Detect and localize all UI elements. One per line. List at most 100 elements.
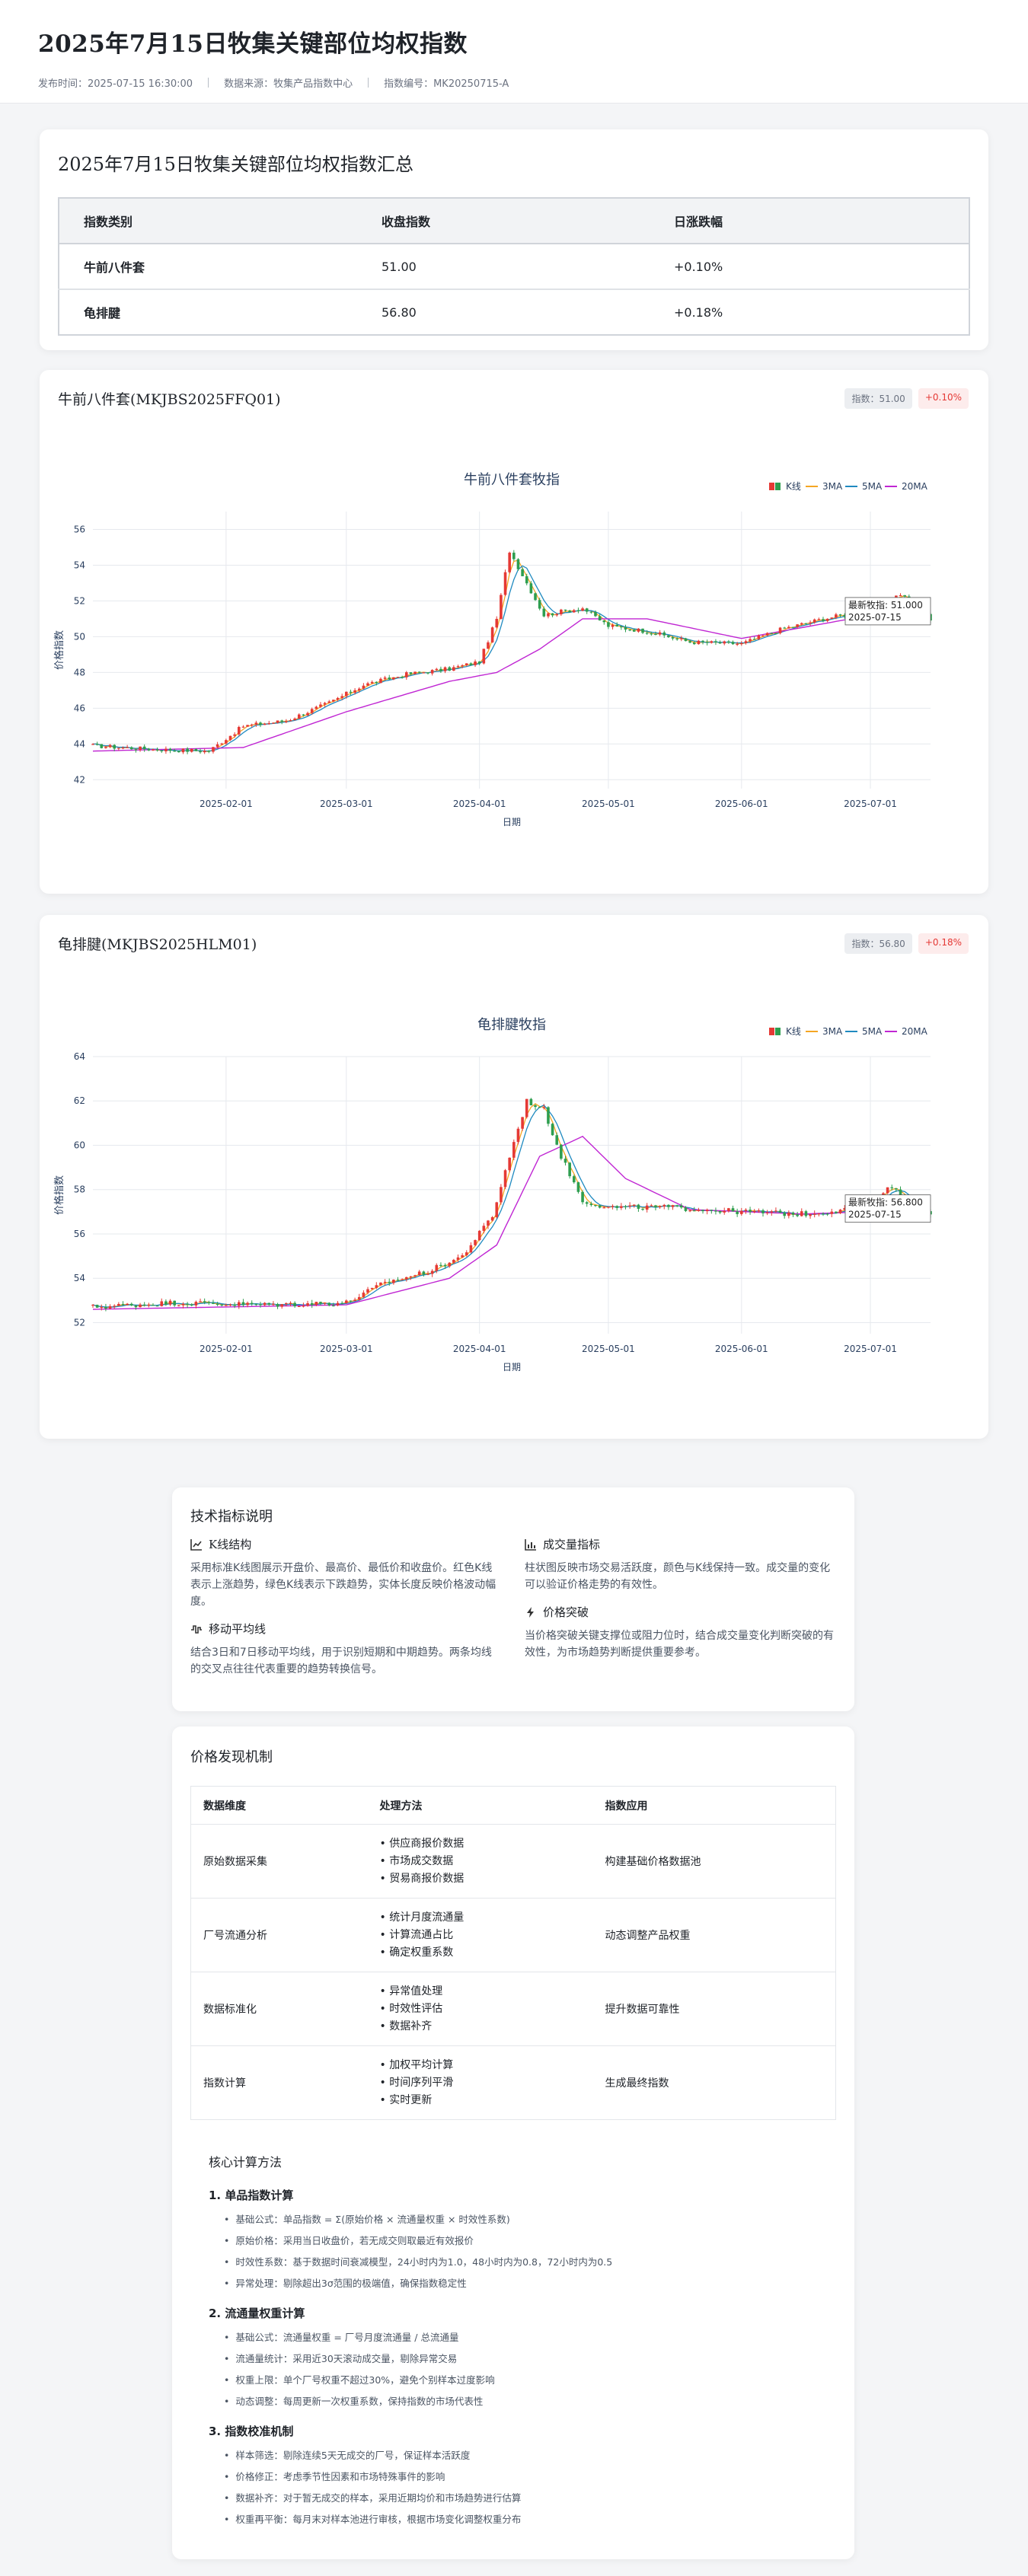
candle: [594, 1205, 597, 1207]
calc-item: 原始价格：采用当日收盘价，若无成交则取最近有效报价: [224, 2230, 836, 2252]
candle: [327, 701, 331, 703]
candle: [259, 1304, 262, 1306]
candle: [349, 691, 353, 693]
tech-item-title: 成交量指标: [543, 1538, 601, 1551]
page-title: 2025年7月15日牧集关键部位均权指数: [38, 30, 468, 58]
candle: [637, 1204, 640, 1209]
candle: [516, 559, 520, 569]
page-header: 2025年7月15日牧集关键部位均权指数 发布时间：2025-07-15 16:…: [0, 0, 1028, 104]
candle: [718, 1211, 722, 1213]
candle: [547, 613, 550, 617]
candle: [749, 639, 752, 642]
calc-item: 样本筛选：剔除连续5天无成交的厂号，保证样本活跃度: [224, 2445, 836, 2466]
change-badge: +0.18%: [918, 933, 969, 954]
chart-card-title: 龟排腱(MKJBS2025HLM01): [58, 936, 257, 953]
candle: [319, 704, 322, 707]
y-tick-label: 54: [74, 560, 85, 570]
candle: [572, 1176, 576, 1183]
candle: [744, 1210, 748, 1211]
y-tick-label: 48: [74, 667, 85, 677]
candle: [241, 1302, 245, 1306]
candle: [555, 1135, 559, 1145]
candle: [500, 1187, 503, 1203]
candle: [250, 1302, 254, 1305]
calc-item: 流通量统计：采用近30天滚动成交量，剔除异常交易: [224, 2348, 836, 2370]
candle: [129, 1303, 133, 1306]
chart-card-title: 牛前八件套(MKJBS2025FFQ01): [58, 391, 281, 408]
candle: [658, 632, 662, 635]
bar-chart-icon: [525, 1538, 536, 1551]
candle: [370, 1287, 374, 1290]
candle: [91, 1305, 94, 1306]
candle: [276, 720, 279, 723]
methods-cell: 加权平均计算 时间序列平滑 实时更新: [367, 2045, 593, 2120]
candle: [886, 1187, 889, 1194]
candle: [774, 633, 777, 635]
x-tick-label: 2025-03-01: [320, 799, 373, 809]
candle: [225, 740, 228, 744]
divider: [368, 78, 369, 88]
application-cell: 动态调整产品权重: [592, 1898, 836, 1972]
legend-label: K线: [786, 1026, 801, 1037]
candle: [620, 626, 623, 628]
method-item: 计算流通占比: [380, 1927, 593, 1944]
candle: [822, 619, 825, 621]
x-tick-label: 2025-07-01: [844, 1344, 897, 1354]
candle: [375, 1285, 378, 1288]
candle: [452, 1260, 455, 1263]
candle: [813, 619, 816, 623]
candle: [139, 1304, 142, 1308]
close-index-cell: 56.80: [382, 304, 417, 320]
calc-section-title: 3. 指数校准机制: [209, 2425, 294, 2438]
candle: [662, 632, 666, 636]
candle: [212, 747, 215, 752]
candle: [701, 640, 704, 642]
candle: [263, 1302, 267, 1306]
candle: [512, 1142, 516, 1158]
legend-label: 5MA: [862, 481, 883, 492]
candle: [190, 1304, 193, 1306]
candle: [512, 553, 516, 560]
candle: [503, 572, 507, 595]
method-item: 数据补齐: [380, 2018, 593, 2036]
candle: [568, 611, 571, 613]
candle: [199, 1301, 202, 1302]
kline-chart[interactable]: 牛前八件套牧指 42 44 46 48 50 52 54 56 2025-02-01 2025-03…: [40, 370, 988, 894]
candle: [490, 1216, 494, 1221]
candle: [293, 718, 296, 721]
candle: [787, 626, 790, 629]
candle: [289, 1302, 292, 1304]
candle: [800, 1211, 803, 1216]
kline-chart[interactable]: 龟排腱牧指 52 54 56 58 60 62 64 2025-02-01 2025-03-01 2…: [40, 915, 988, 1439]
candle: [285, 721, 288, 722]
candle: [825, 1213, 829, 1215]
candle: [662, 1204, 666, 1207]
candle: [345, 691, 348, 697]
candle: [168, 1300, 172, 1305]
candle: [477, 1230, 481, 1241]
candle: [100, 744, 104, 748]
candle: [336, 1302, 340, 1306]
candle: [701, 1210, 704, 1212]
tech-item-text: 柱状图反映市场交易活跃度，颜色与K线保持一致。成交量的变化可以验证价格走势的有效…: [525, 1562, 831, 1591]
column-header: 指数类别: [59, 198, 382, 244]
badge-group: 指数：51.00 +0.10%: [844, 388, 969, 409]
candle: [602, 620, 606, 623]
candle: [825, 618, 829, 621]
candle: [173, 1300, 176, 1306]
candle: [568, 1162, 571, 1177]
candle: [547, 1107, 550, 1124]
y-tick-label: 44: [74, 738, 85, 749]
calc-item: 数据补齐：对于暂无成交的样本，采用近期均价和市场趋势进行估算: [224, 2488, 836, 2509]
candle: [452, 667, 455, 671]
candle: [134, 749, 138, 751]
candle: [134, 1305, 138, 1308]
candle: [757, 635, 761, 639]
candle: [152, 1305, 155, 1306]
candle: [809, 1213, 812, 1216]
index-badge: 指数：51.00: [844, 388, 912, 409]
candle: [624, 627, 627, 630]
candle: [757, 1210, 761, 1212]
candle: [736, 643, 739, 646]
candle: [645, 1205, 649, 1210]
